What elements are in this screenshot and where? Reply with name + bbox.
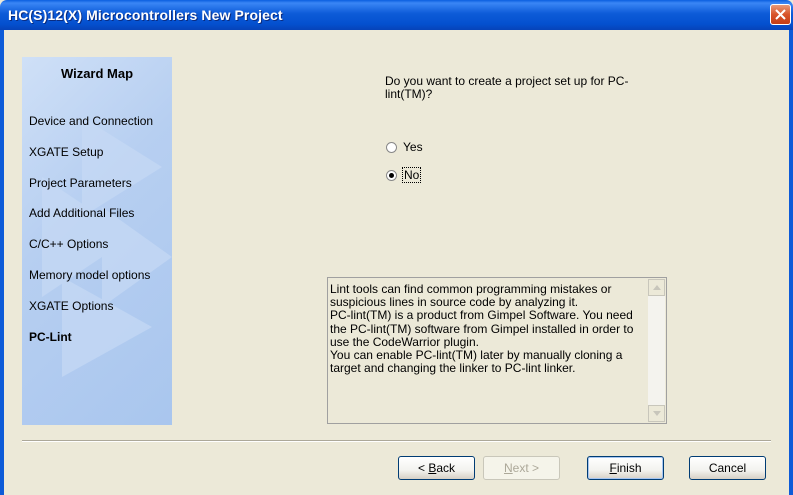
next-button[interactable]: Next > <box>483 456 560 480</box>
radio-no-circle[interactable] <box>386 169 397 181</box>
radio-yes[interactable]: Yes <box>386 140 423 154</box>
chevron-down-icon <box>653 411 661 416</box>
wizard-item-device-connection[interactable]: Device and Connection <box>29 114 153 128</box>
back-button[interactable]: < Back <box>398 456 475 480</box>
wizard-item-xgate-setup[interactable]: XGATE Setup <box>29 145 103 159</box>
back-rest: ack <box>436 461 456 475</box>
wizard-item-pc-lint[interactable]: PC-Lint <box>29 330 72 344</box>
next-rest: ext > <box>512 461 540 475</box>
wizard-map-panel: Wizard Map Device and Connection XGATE S… <box>22 57 172 425</box>
finish-rest: inish <box>616 461 642 475</box>
scroll-up-button[interactable] <box>648 279 665 296</box>
close-button[interactable] <box>770 4 791 25</box>
radio-no-label[interactable]: No <box>401 167 422 183</box>
wizard-item-memory-model[interactable]: Memory model options <box>29 268 150 282</box>
wizard-item-project-parameters[interactable]: Project Parameters <box>29 176 132 190</box>
wizard-item-xgate-options[interactable]: XGATE Options <box>29 299 113 313</box>
info-textbox[interactable]: Lint tools can find common programming m… <box>327 277 667 424</box>
back-prefix: < <box>417 461 429 475</box>
pclint-question: Do you want to create a project set up f… <box>385 74 629 101</box>
wizard-window: HC(S)12(X) Microcontrollers New Project … <box>0 0 793 495</box>
radio-yes-label[interactable]: Yes <box>403 140 423 154</box>
finish-button[interactable]: Finish <box>587 456 664 480</box>
title-bar[interactable]: HC(S)12(X) Microcontrollers New Project <box>0 0 793 30</box>
close-icon <box>775 9 786 20</box>
radio-yes-circle[interactable] <box>386 141 397 153</box>
chevron-up-icon <box>653 285 661 290</box>
scroll-down-button[interactable] <box>648 405 665 422</box>
window-frame-left <box>0 30 4 495</box>
next-mnemonic: N <box>503 461 513 475</box>
cancel-button[interactable]: Cancel <box>689 456 766 480</box>
wizard-map-heading: Wizard Map <box>60 66 134 81</box>
info-text: Lint tools can find common programming m… <box>330 282 634 376</box>
wizard-item-add-files[interactable]: Add Additional Files <box>29 206 134 220</box>
finish-mnemonic: F <box>609 461 617 475</box>
radio-no[interactable]: No <box>386 167 422 183</box>
footer-separator <box>22 440 771 442</box>
window-frame-right <box>789 30 793 495</box>
wizard-item-cpp-options[interactable]: C/C++ Options <box>29 237 108 251</box>
window-title: HC(S)12(X) Microcontrollers New Project <box>8 7 283 23</box>
info-scrollbar[interactable] <box>648 279 665 422</box>
